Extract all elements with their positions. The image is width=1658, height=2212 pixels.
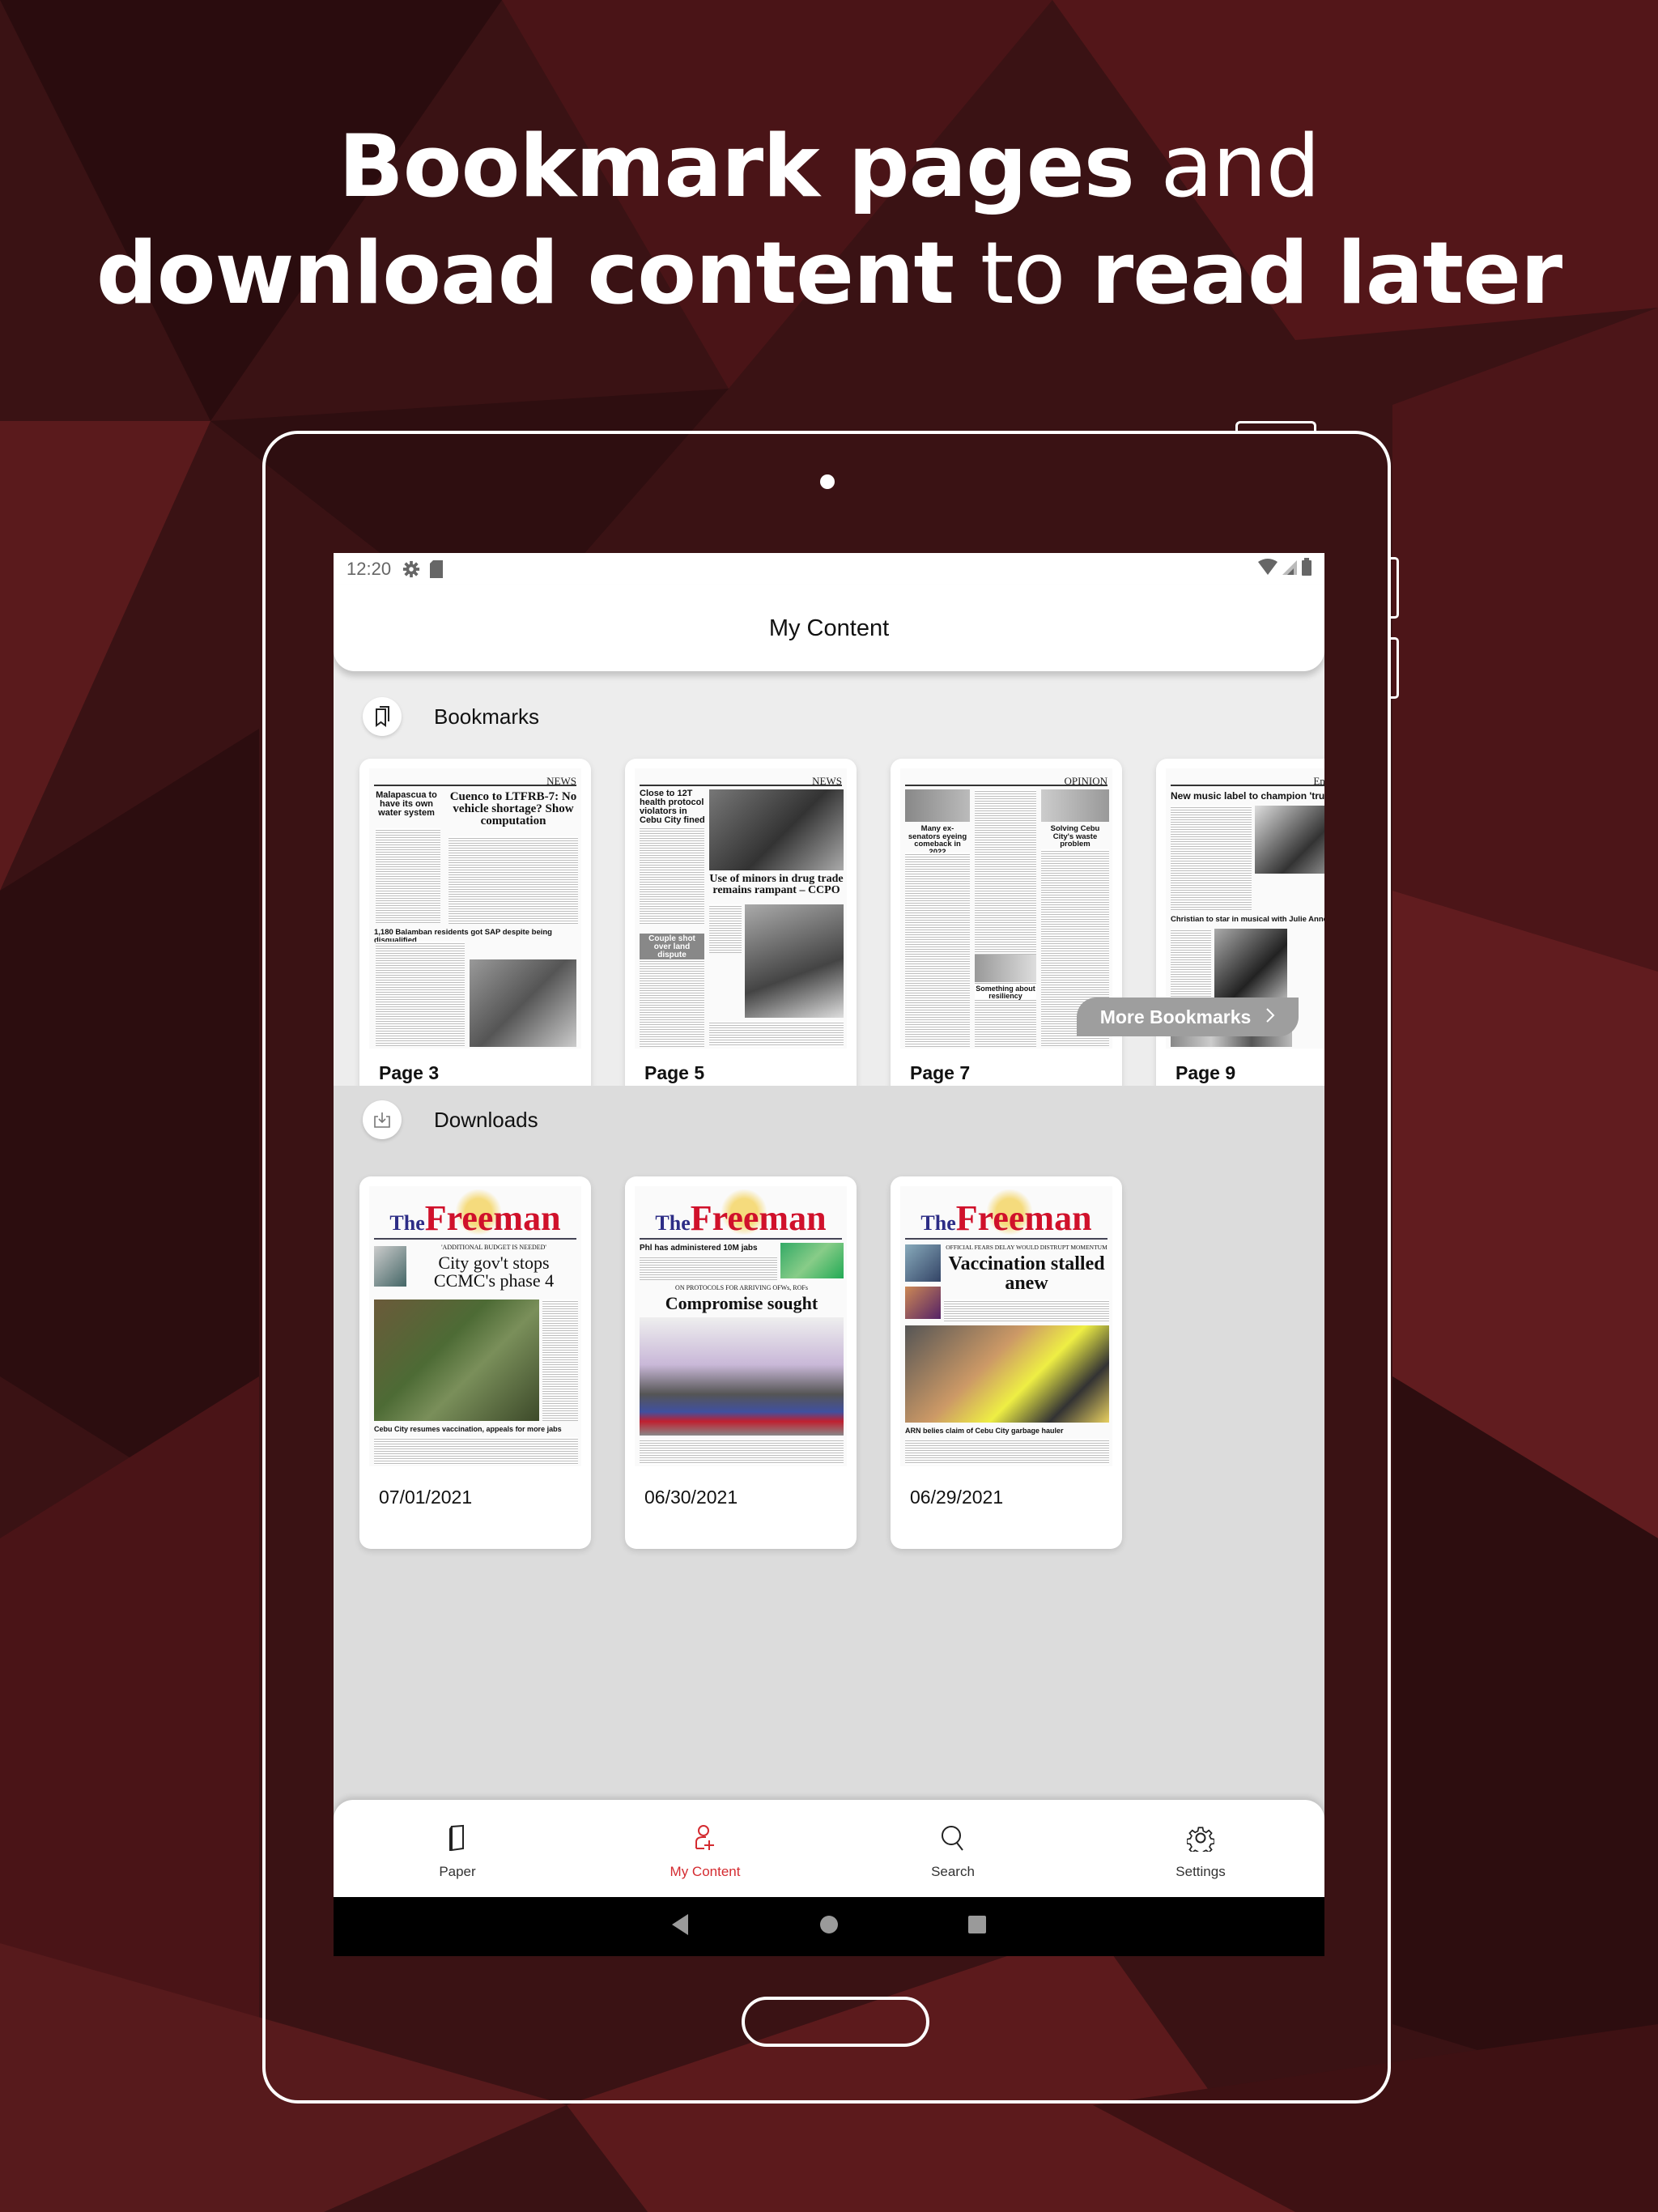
tablet-volume-down <box>1389 637 1399 699</box>
download-date: 06/30/2021 <box>644 1487 738 1508</box>
page-title: My Content <box>768 615 890 641</box>
nav-search[interactable]: Search <box>829 1800 1077 1897</box>
thumb-headline: Solving Cebu City's waste problem <box>1050 824 1100 849</box>
headline-light-1: and <box>1133 117 1320 216</box>
download-card[interactable]: TheFreeman Phl has administered 10M jabs… <box>625 1176 857 1549</box>
headline-bold-3: read later <box>1091 223 1562 323</box>
thumb-headline: Couple shot over land dispute <box>640 934 704 961</box>
masthead: TheFreeman <box>920 1198 1092 1238</box>
thumb-subhead: ARN belies claim of Cebu City garbage ha… <box>905 1427 1064 1435</box>
bookmarks-icon <box>363 697 402 736</box>
wifi-icon <box>1258 559 1278 580</box>
thumb-subhead: Cebu City resumes vaccination, appeals f… <box>374 1425 562 1433</box>
thumb-headline: City gov't stops CCMC's phase 4 <box>433 1253 555 1291</box>
thumb-headline: New music label to champion 'true Filipi… <box>1171 790 1324 802</box>
nav-paper-label: Paper <box>439 1864 476 1879</box>
headline-bold-2: download content <box>96 223 954 323</box>
tablet-volume-up <box>1389 557 1399 619</box>
app-screen: 12:20 My Content Bookmarks NEWS Malapasc… <box>334 553 1324 1956</box>
search-icon <box>940 1824 966 1864</box>
download-date: 07/01/2021 <box>379 1487 473 1508</box>
downloads-section: Downloads TheFreeman 'ADDITIONAL BUDGET … <box>334 1086 1324 1895</box>
page-thumbnail: NEWS Close to 12T health protocol violat… <box>635 768 847 1049</box>
section-label: Entertainment <box>1313 775 1324 787</box>
headline-light-2: to <box>954 223 1091 323</box>
thumb-headline: Use of minors in drug trade remains ramp… <box>709 873 844 896</box>
thumb-headline: Something about resiliency <box>975 985 1036 1000</box>
headline-bold-1: Bookmark pages <box>338 117 1135 216</box>
paper-thumbnail: TheFreeman Phl has administered 10M jabs… <box>635 1186 847 1466</box>
masthead: TheFreeman <box>389 1198 561 1238</box>
system-nav-bar <box>334 1897 1324 1956</box>
status-bar: 12:20 <box>334 553 1324 585</box>
bookmarks-section: Bookmarks NEWS Malapascua to have its ow… <box>334 671 1324 1212</box>
page-thumbnail: NEWS Malapascua to have its own water sy… <box>369 768 581 1049</box>
thumb-headline: Cuenco to LTFRB-7: No vehicle shortage? … <box>449 790 577 827</box>
paper-thumbnail: TheFreeman OFFICIAL FEARS DELAY WOULD DI… <box>900 1186 1112 1466</box>
nav-my-content-label: My Content <box>670 1864 741 1879</box>
masthead: TheFreeman <box>655 1198 827 1238</box>
chevron-right-icon <box>1265 1006 1275 1028</box>
gear-icon <box>402 560 420 578</box>
thumb-headline: Many ex-senators eyeing comeback in 2022 <box>908 824 967 857</box>
thumb-kicker: ON PROTOCOLS FOR ARRIVING OFWs, ROFs <box>675 1284 808 1291</box>
app-bar: My Content <box>334 585 1324 671</box>
paper-icon <box>447 1824 468 1864</box>
thumb-kicker: 'ADDITIONAL BUDGET IS NEEDED' <box>441 1244 546 1251</box>
more-bookmarks-label: More Bookmarks <box>1099 1006 1252 1027</box>
download-card[interactable]: TheFreeman OFFICIAL FEARS DELAY WOULD DI… <box>891 1176 1122 1549</box>
nav-my-content[interactable]: My Content <box>581 1800 829 1897</box>
page-label: Page 5 <box>644 1062 705 1083</box>
paper-thumbnail: TheFreeman 'ADDITIONAL BUDGET IS NEEDED'… <box>369 1186 581 1466</box>
download-icon <box>363 1100 402 1139</box>
nav-settings-label: Settings <box>1175 1864 1226 1879</box>
section-label: OPINION <box>1064 775 1107 787</box>
download-date: 06/29/2021 <box>910 1487 1004 1508</box>
thumb-subhead: Phl has administered 10M jabs <box>640 1244 758 1253</box>
settings-icon <box>1186 1824 1215 1864</box>
status-time: 12:20 <box>346 559 392 579</box>
tablet-camera <box>820 474 835 489</box>
nav-settings[interactable]: Settings <box>1077 1800 1324 1897</box>
thumb-headline: Close to 12T health protocol violators i… <box>640 789 705 825</box>
downloads-title: Downloads <box>434 1107 538 1132</box>
sd-card-icon <box>430 560 444 578</box>
back-icon[interactable] <box>672 1914 690 1939</box>
my-content-icon <box>693 1824 717 1864</box>
more-bookmarks-button[interactable]: More Bookmarks <box>1077 998 1299 1036</box>
tablet-home-button <box>742 1997 929 2047</box>
page-label: Page 3 <box>379 1062 440 1083</box>
bottom-nav: Paper My Content Search Settings <box>334 1800 1324 1897</box>
headline: Bookmark pages and download content to r… <box>0 113 1658 327</box>
bookmarks-title: Bookmarks <box>434 704 540 729</box>
nav-paper[interactable]: Paper <box>334 1800 581 1897</box>
thumb-headline: Christian to star in musical with Julie … <box>1171 915 1324 924</box>
page-label: Page 9 <box>1175 1062 1236 1083</box>
download-card[interactable]: TheFreeman 'ADDITIONAL BUDGET IS NEEDED'… <box>359 1176 591 1549</box>
page-label: Page 7 <box>910 1062 971 1083</box>
downloads-header: Downloads <box>363 1100 538 1139</box>
bookmarks-header: Bookmarks <box>363 697 539 736</box>
home-icon[interactable] <box>819 1915 839 1938</box>
signal-icon <box>1282 559 1297 580</box>
battery-icon <box>1302 558 1312 581</box>
thumb-headline: Malapascua to have its own water system <box>376 790 437 818</box>
section-label: NEWS <box>812 775 842 787</box>
section-label: NEWS <box>546 775 576 787</box>
nav-search-label: Search <box>931 1864 975 1879</box>
thumb-headline: Compromise sought <box>665 1293 818 1313</box>
thumb-kicker: OFFICIAL FEARS DELAY WOULD DISTRUPT MOME… <box>946 1244 1107 1251</box>
thumb-headline: Vaccination stalled anew <box>948 1253 1105 1294</box>
recents-icon[interactable] <box>968 1916 986 1938</box>
